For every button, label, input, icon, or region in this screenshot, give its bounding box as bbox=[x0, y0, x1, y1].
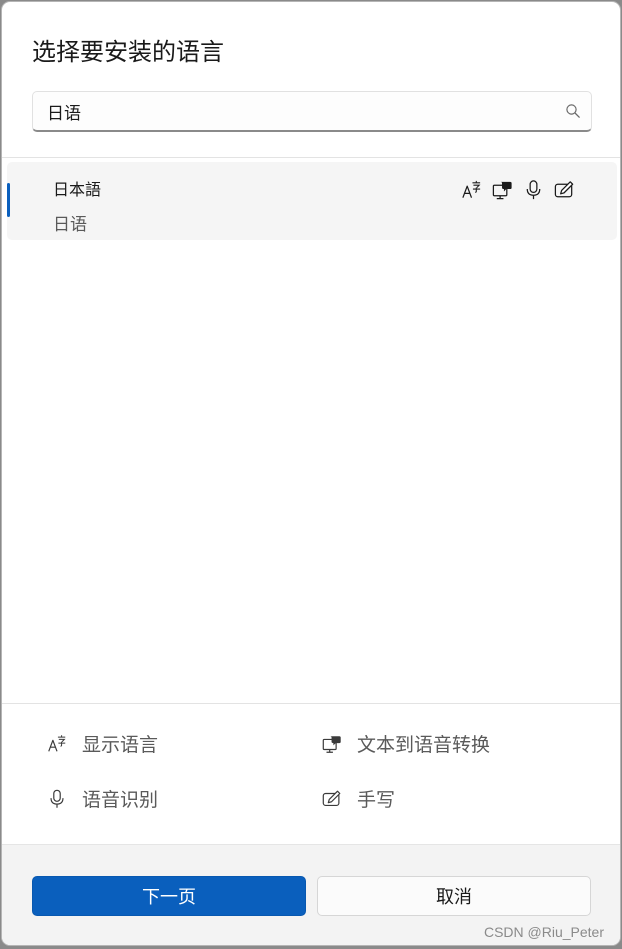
display-language-icon bbox=[48, 734, 66, 752]
selection-indicator bbox=[7, 183, 10, 217]
legend-label: 手写 bbox=[357, 789, 396, 811]
legend-handwriting: 手写 bbox=[321, 785, 395, 812]
watermark: CSDN @Riu_Peter bbox=[483, 924, 604, 940]
language-native-name: 日本語 bbox=[53, 180, 102, 199]
language-local-name: 日语 bbox=[53, 215, 87, 235]
search-icon[interactable] bbox=[565, 103, 581, 119]
speech-recognition-icon bbox=[526, 180, 541, 200]
speech-recognition-icon bbox=[50, 789, 64, 808]
legend-speech-recognition: 语音识别 bbox=[46, 785, 158, 812]
language-list: 日本語 日语 bbox=[2, 158, 620, 703]
legend-label: 显示语言 bbox=[82, 734, 159, 756]
language-item-japanese[interactable]: 日本語 日语 bbox=[7, 162, 617, 240]
handwriting-icon bbox=[554, 181, 574, 198]
search-box[interactable] bbox=[32, 91, 592, 132]
install-language-dialog: 选择要安装的语言 日本語 日语 bbox=[2, 2, 620, 945]
text-to-speech-icon bbox=[492, 181, 512, 200]
text-to-speech-icon bbox=[322, 735, 341, 753]
legend-label: 语音识别 bbox=[82, 789, 159, 811]
legend-label: 文本到语音转换 bbox=[357, 734, 491, 756]
handwriting-icon bbox=[322, 790, 341, 806]
next-button[interactable]: 下一页 bbox=[32, 876, 306, 916]
display-language-icon bbox=[462, 180, 481, 198]
feature-legend: 显示语言 文本到语音转换 语音识别 手写 bbox=[2, 704, 620, 844]
language-feature-icons bbox=[460, 178, 576, 202]
search-input[interactable] bbox=[47, 92, 547, 130]
dialog-footer: 下一页 取消 CSDN @Riu_Peter bbox=[2, 844, 620, 945]
legend-text-to-speech: 文本到语音转换 bbox=[321, 730, 490, 757]
cancel-button[interactable]: 取消 bbox=[317, 876, 591, 916]
dialog-title: 选择要安装的语言 bbox=[32, 38, 224, 66]
legend-display-language: 显示语言 bbox=[46, 730, 158, 757]
